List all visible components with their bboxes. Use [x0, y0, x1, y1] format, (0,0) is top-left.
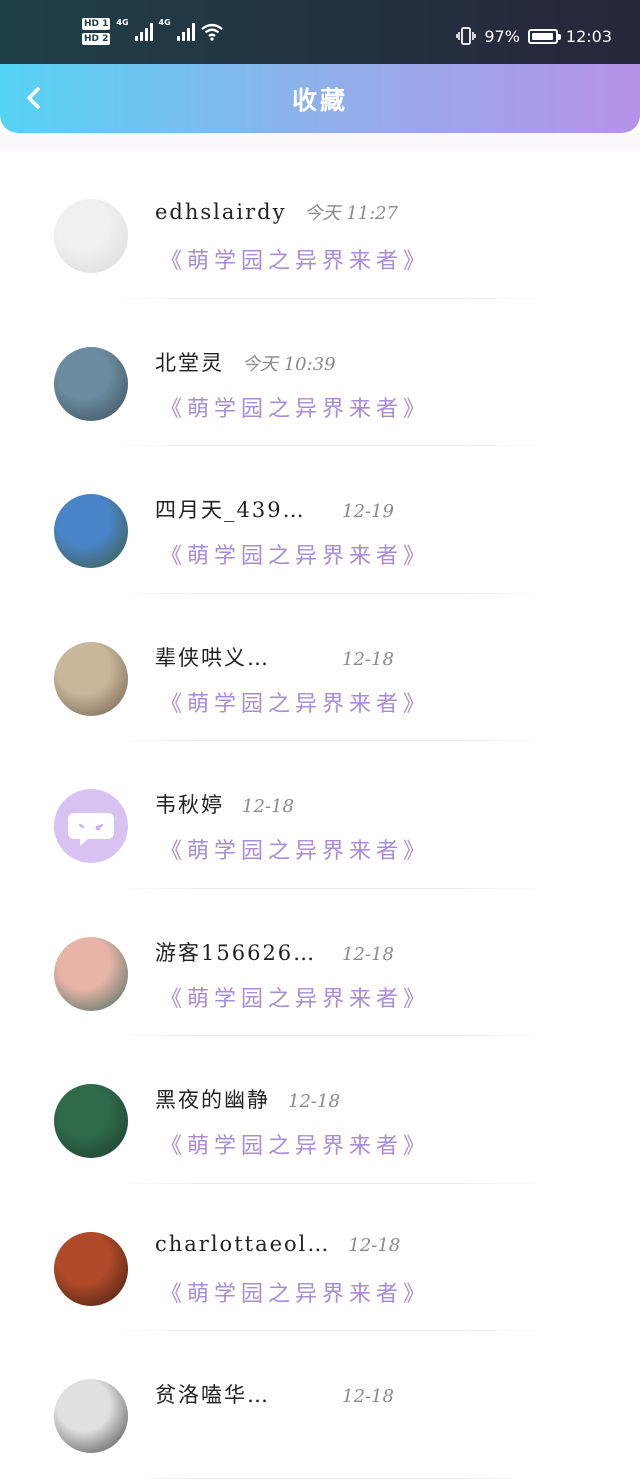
hd2-badge: HD 2 — [82, 33, 111, 45]
user-avatar[interactable] — [54, 1231, 128, 1306]
signal-strength-icon-2 — [176, 22, 195, 41]
row-divider — [108, 1477, 550, 1479]
page-title: 收藏 — [291, 86, 348, 115]
network-type-1: 4G — [116, 18, 129, 27]
network-type-2: 4G — [158, 18, 171, 27]
hd-indicators: HD 1 HD 2 — [82, 18, 111, 45]
user-avatar[interactable] — [54, 789, 128, 863]
signal-group: HD 1 HD 2 4G 4G — [82, 18, 223, 45]
name-row: 韦秋婷 12-18 — [155, 789, 294, 819]
favorite-item[interactable]: 辈侠哄义… 12-18 《萌学园之异界来者》 — [0, 594, 640, 741]
book-title-link[interactable]: 《萌学园之异界来者》 — [160, 833, 430, 865]
book-title-link[interactable]: 《萌学园之异界来者》 — [160, 1128, 430, 1160]
favorite-item[interactable]: edhslairdy 今天 11:27 《萌学园之异界来者》 — [0, 151, 640, 299]
name-row: 黑夜的幽静 12-18 — [155, 1084, 340, 1114]
favorite-time: 12-18 — [342, 943, 394, 965]
title-bar: 收藏 — [0, 64, 640, 133]
favorite-time: 今天 11:27 — [304, 203, 399, 224]
battery-percent: 97% — [484, 26, 520, 46]
favorite-time: 12-18 — [288, 1091, 340, 1112]
favorite-time: 12-18 — [342, 648, 394, 670]
favorite-time: 12-18 — [342, 1386, 394, 1407]
battery-icon — [527, 28, 561, 44]
name-row: charlottaeol… 12-18 — [155, 1232, 400, 1256]
clock: 12:03 — [565, 26, 612, 46]
header-separator — [0, 133, 640, 151]
name-row: edhslairdy 今天 11:27 — [155, 199, 398, 225]
user-name[interactable]: 韦秋婷 — [155, 789, 224, 819]
book-title-link[interactable]: 《萌学园之异界来者》 — [160, 686, 430, 718]
user-avatar[interactable] — [54, 494, 128, 568]
user-name[interactable]: 辈侠哄义… — [155, 642, 270, 672]
status-bar: HD 1 HD 2 4G 4G 97% 12:03 — [0, 0, 640, 64]
book-title-link[interactable]: 《萌学园之异界来者》 — [160, 243, 430, 275]
user-avatar[interactable] — [54, 1084, 128, 1158]
favorite-item[interactable]: 贫洛嗑华… 12-18 — [0, 1331, 640, 1479]
name-row: 辈侠哄义… 12-18 — [155, 642, 394, 672]
vibrate-icon — [456, 27, 477, 45]
book-title-link[interactable]: 《萌学园之异界来者》 — [160, 1276, 430, 1308]
user-avatar[interactable] — [54, 936, 128, 1011]
user-name[interactable]: 贫洛嗑华… — [155, 1379, 270, 1409]
favorite-item[interactable]: charlottaeol… 12-18 《萌学园之异界来者》 — [0, 1184, 640, 1331]
status-right: 97% 12:03 — [456, 26, 612, 46]
name-row: 北堂灵 今天 10:39 — [155, 347, 336, 377]
user-name[interactable]: 北堂灵 — [155, 347, 224, 377]
hd1-badge: HD 1 — [82, 18, 111, 30]
favorite-item[interactable]: 韦秋婷 12-18 《萌学园之异界来者》 — [0, 741, 640, 889]
name-row: 贫洛嗑华… 12-18 — [155, 1379, 394, 1409]
chat-bubble-icon — [68, 813, 114, 846]
book-title-link[interactable]: 《萌学园之异界来者》 — [160, 981, 430, 1013]
favorite-item[interactable]: 黑夜的幽静 12-18 《萌学园之异界来者》 — [0, 1036, 640, 1184]
favorite-item[interactable]: 北堂灵 今天 10:39 《萌学园之异界来者》 — [0, 299, 640, 446]
wifi-icon — [200, 23, 223, 41]
user-avatar[interactable] — [54, 641, 128, 716]
name-row: 游客156626… 12-18 — [155, 937, 394, 967]
book-title-link[interactable]: 《萌学园之异界来者》 — [160, 538, 430, 570]
user-name[interactable]: 四月天_439… — [155, 494, 306, 524]
user-name[interactable]: 游客156626… — [155, 937, 316, 967]
favorite-item[interactable]: 四月天_439… 12-19 《萌学园之异界来者》 — [0, 446, 640, 594]
favorite-time: 今天 10:39 — [242, 353, 336, 375]
user-name[interactable]: charlottaeol… — [155, 1232, 330, 1256]
favorite-time: 12-19 — [342, 501, 394, 522]
favorite-time: 12-18 — [348, 1234, 401, 1256]
user-avatar[interactable] — [54, 346, 128, 421]
favorite-item[interactable]: 游客156626… 12-18 《萌学园之异界来者》 — [0, 889, 640, 1036]
user-name[interactable]: 黑夜的幽静 — [155, 1084, 270, 1114]
signal-strength-icon-1 — [134, 22, 153, 41]
book-title-link[interactable]: 《萌学园之异界来者》 — [160, 391, 430, 423]
favorite-time: 12-18 — [242, 796, 294, 817]
user-avatar[interactable] — [54, 199, 128, 273]
user-name[interactable]: edhslairdy — [155, 200, 286, 224]
user-avatar[interactable] — [54, 1379, 128, 1453]
name-row: 四月天_439… 12-19 — [155, 494, 394, 524]
favorites-list: edhslairdy 今天 11:27 《萌学园之异界来者》 北堂灵 今天 10:39 《… — [0, 151, 640, 1479]
